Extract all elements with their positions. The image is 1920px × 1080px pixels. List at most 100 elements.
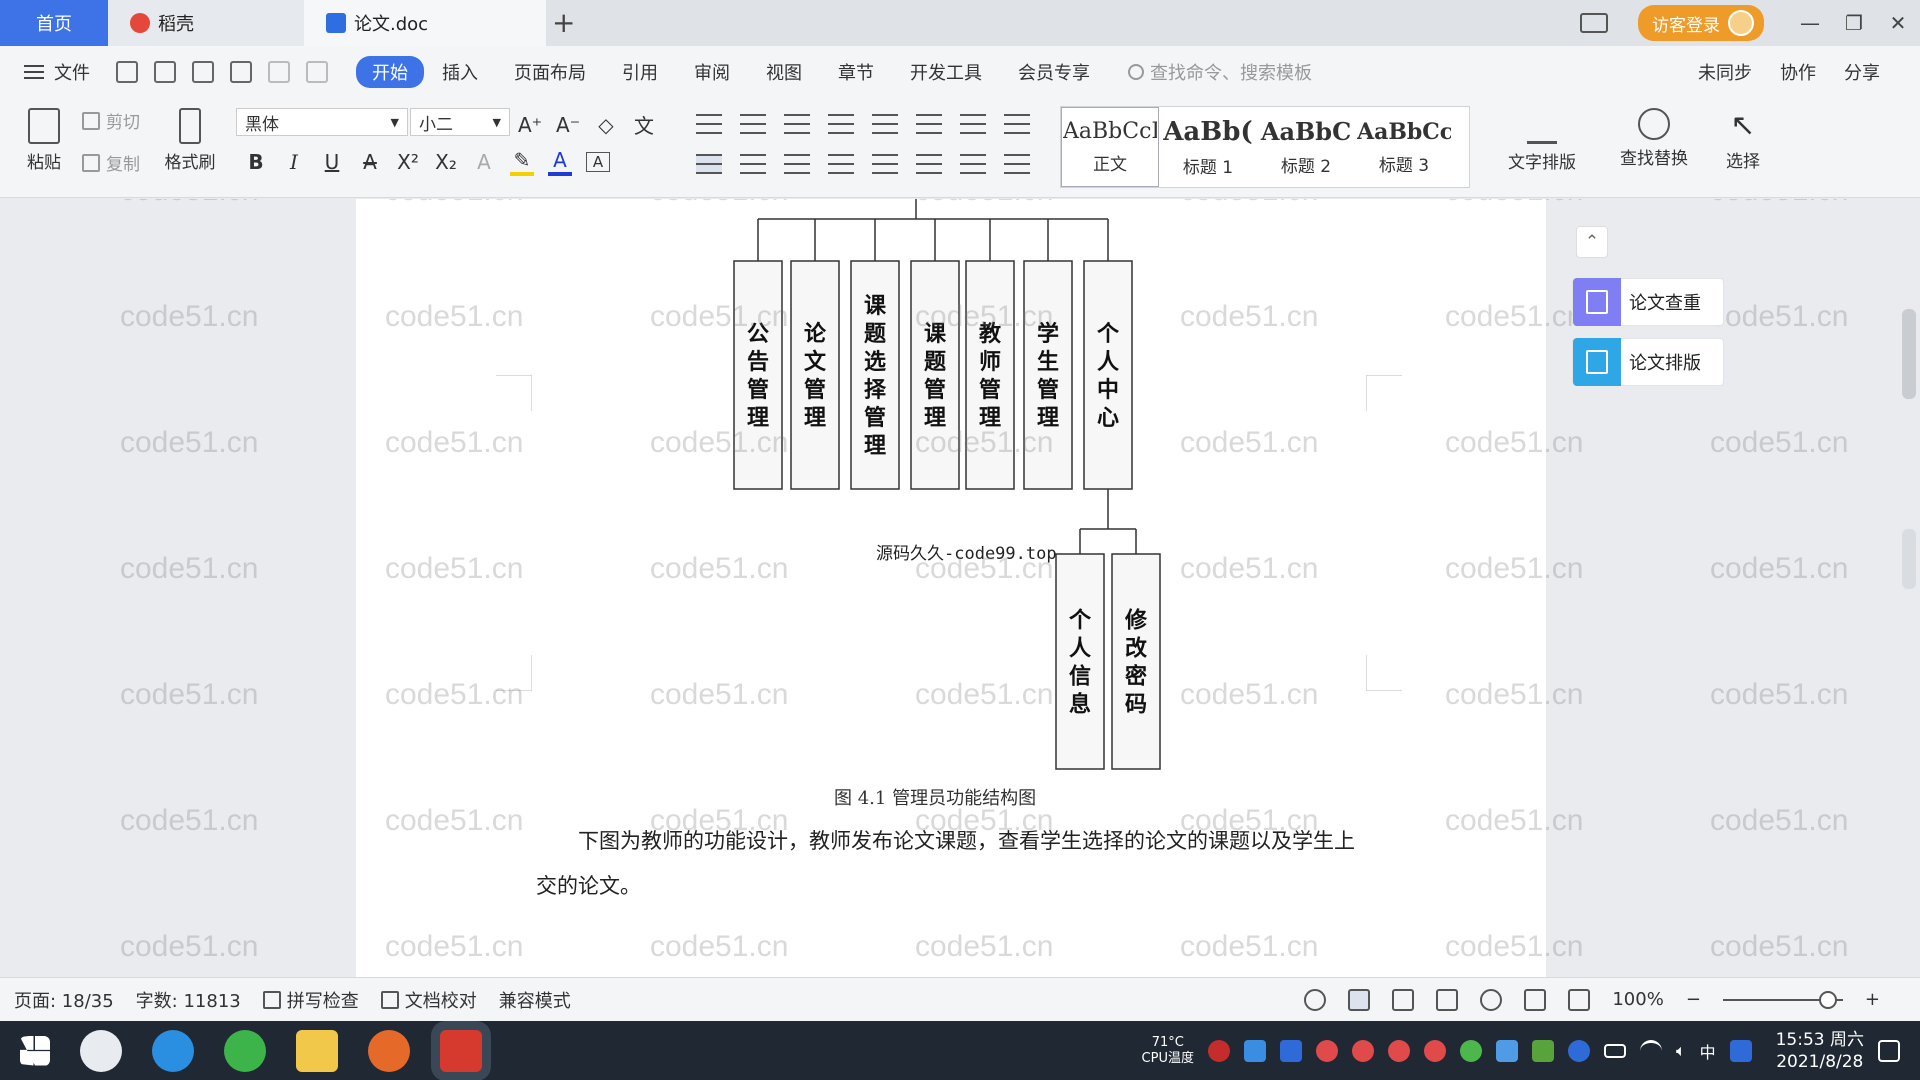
decrease-indent-icon[interactable] <box>784 114 810 134</box>
tab-section[interactable]: 章节 <box>820 59 892 85</box>
outline-view-icon[interactable] <box>1392 988 1415 1011</box>
page-view-icon[interactable] <box>1348 988 1371 1011</box>
qq-icon[interactable] <box>1351 1039 1374 1062</box>
windows-start-icon[interactable] <box>20 1035 50 1066</box>
vertical-scrollbar-track-mark[interactable] <box>1902 529 1916 589</box>
tab-references[interactable]: 引用 <box>604 59 676 85</box>
paste-button[interactable]: 粘贴 <box>16 108 72 173</box>
bold-icon[interactable]: B <box>244 150 268 174</box>
redo-icon[interactable] <box>306 61 328 83</box>
nvidia-icon[interactable] <box>1531 1039 1554 1062</box>
style-heading-1[interactable]: AaBb( 标题 1 <box>1159 107 1257 187</box>
align-center-icon[interactable] <box>740 154 766 174</box>
tab-developer[interactable]: 开发工具 <box>892 59 1000 85</box>
sort-icon[interactable] <box>916 114 942 134</box>
clear-format-icon[interactable]: ◇ <box>594 113 618 137</box>
bullet-list-icon[interactable] <box>696 114 722 134</box>
select-button[interactable]: ↖ 选择 <box>1708 108 1778 172</box>
line-break-icon[interactable] <box>960 114 986 134</box>
share-button[interactable]: 分享 <box>1844 59 1880 85</box>
subscript-icon[interactable]: X₂ <box>434 150 458 174</box>
tab-page-layout[interactable]: 页面布局 <box>496 59 604 85</box>
increase-indent-icon[interactable] <box>828 114 854 134</box>
print-icon[interactable] <box>192 61 214 83</box>
eye-protect-icon[interactable] <box>1304 988 1327 1011</box>
zoom-slider[interactable] <box>1722 990 1843 1009</box>
shrink-font-icon[interactable]: A⁻ <box>556 113 580 137</box>
page-indicator[interactable]: 页面: 18/35 <box>14 987 114 1013</box>
undo-icon[interactable] <box>268 61 290 83</box>
ime-indicator[interactable]: 中 <box>1700 1039 1716 1063</box>
visitor-login-button[interactable]: 访客登录 <box>1638 5 1764 41</box>
spell-check-button[interactable]: 拼写检查 <box>262 987 359 1013</box>
tab-insert[interactable]: 插入 <box>424 59 496 85</box>
format-painter-button[interactable]: 格式刷 <box>160 108 220 173</box>
qq-icon[interactable] <box>1315 1039 1338 1062</box>
tray-app-icon[interactable] <box>1207 1039 1230 1062</box>
proofread-button[interactable]: 文档校对 <box>380 987 477 1013</box>
bluetooth-icon[interactable] <box>1567 1039 1590 1062</box>
superscript-icon[interactable]: X² <box>396 150 420 174</box>
vertical-scrollbar-thumb[interactable] <box>1902 309 1916 399</box>
copy-button[interactable]: 复制 <box>82 150 140 175</box>
find-replace-button[interactable]: 查找替换 <box>1606 108 1702 169</box>
strikethrough-icon[interactable]: A <box>358 150 382 174</box>
cut-button[interactable]: 剪切 <box>82 108 140 133</box>
layout-toggle-icon[interactable] <box>1580 13 1608 33</box>
read-view-icon[interactable] <box>1436 988 1459 1011</box>
align-right-icon[interactable] <box>784 154 810 174</box>
style-heading-3[interactable]: AaBbCcl 标题 3 <box>1355 107 1453 187</box>
recorder-app-icon[interactable] <box>368 1029 410 1072</box>
ie-browser-icon[interactable] <box>152 1029 194 1072</box>
volume-icon[interactable]: 🔈︎ <box>1676 1041 1686 1061</box>
fit-page-icon[interactable] <box>1568 988 1591 1011</box>
align-left-icon[interactable] <box>696 154 722 174</box>
battery-icon[interactable] <box>1603 1043 1626 1058</box>
tray-app-icon[interactable] <box>1495 1039 1518 1062</box>
tab-document[interactable]: 论文.doc <box>304 0 546 46</box>
char-border-icon[interactable]: A <box>586 152 610 172</box>
save-icon[interactable] <box>116 61 138 83</box>
tab-home[interactable]: 首页 <box>0 0 108 46</box>
word-count[interactable]: 字数: 11813 <box>136 987 241 1013</box>
clock[interactable]: 15:53 周六 2021/8/28 <box>1776 1029 1864 1073</box>
wifi-icon[interactable] <box>1639 1039 1662 1062</box>
text-effect-icon[interactable]: A <box>472 150 496 174</box>
qq-icon[interactable] <box>1387 1039 1410 1062</box>
ruler-icon[interactable] <box>1004 114 1030 134</box>
font-name-select[interactable]: 黑体 ▼ <box>236 108 408 136</box>
restore-icon[interactable]: ❐ <box>1832 11 1876 35</box>
tab-member[interactable]: 会员专享 <box>1000 59 1108 85</box>
file-menu[interactable]: 文件 <box>24 59 90 85</box>
print-preview-icon[interactable] <box>230 61 252 83</box>
document-canvas[interactable]: 公告管理论文管理课题选择管理课题管理教师管理学生管理个人中心个人信息修改密码 源… <box>0 199 1920 977</box>
tab-start[interactable]: 开始 <box>356 56 424 88</box>
command-search-input[interactable]: 查找命令、搜索模板 <box>1128 59 1312 85</box>
document-page[interactable]: 公告管理论文管理课题选择管理课题管理教师管理学生管理个人中心个人信息修改密码 源… <box>356 199 1546 977</box>
web-view-icon[interactable] <box>1480 988 1503 1011</box>
sync-button[interactable]: 未同步 <box>1698 59 1752 85</box>
borders-icon[interactable] <box>1004 154 1030 174</box>
shield-icon[interactable] <box>1279 1039 1302 1062</box>
notification-icon[interactable] <box>1878 1039 1900 1062</box>
qq-icon[interactable] <box>1423 1039 1446 1062</box>
paper-check-button[interactable]: 论文查重 <box>1572 278 1724 326</box>
tray-app-icon[interactable] <box>1243 1039 1266 1062</box>
export-icon[interactable] <box>154 61 176 83</box>
highlight-icon[interactable]: ✎ <box>510 148 534 176</box>
close-icon[interactable]: ✕ <box>1876 11 1920 35</box>
collaborate-button[interactable]: 协作 <box>1780 59 1816 85</box>
zoom-slider-thumb[interactable] <box>1818 990 1837 1009</box>
underline-icon[interactable]: U <box>320 150 344 174</box>
minimize-icon[interactable]: — <box>1788 11 1832 35</box>
tray-app-icon[interactable] <box>1459 1039 1482 1062</box>
justify-icon[interactable] <box>828 154 854 174</box>
grow-font-icon[interactable]: A⁺ <box>518 113 542 137</box>
numbered-list-icon[interactable] <box>740 114 766 134</box>
collapse-panel-button[interactable]: ⌃ <box>1576 226 1608 258</box>
phonetic-icon[interactable]: 文 <box>632 110 656 139</box>
zoom-in-icon[interactable]: + <box>1865 989 1880 1010</box>
style-normal[interactable]: AaBbCcI 正文 <box>1061 107 1159 187</box>
new-tab-button[interactable]: + <box>552 6 575 39</box>
paper-layout-button[interactable]: 论文排版 <box>1572 338 1724 386</box>
